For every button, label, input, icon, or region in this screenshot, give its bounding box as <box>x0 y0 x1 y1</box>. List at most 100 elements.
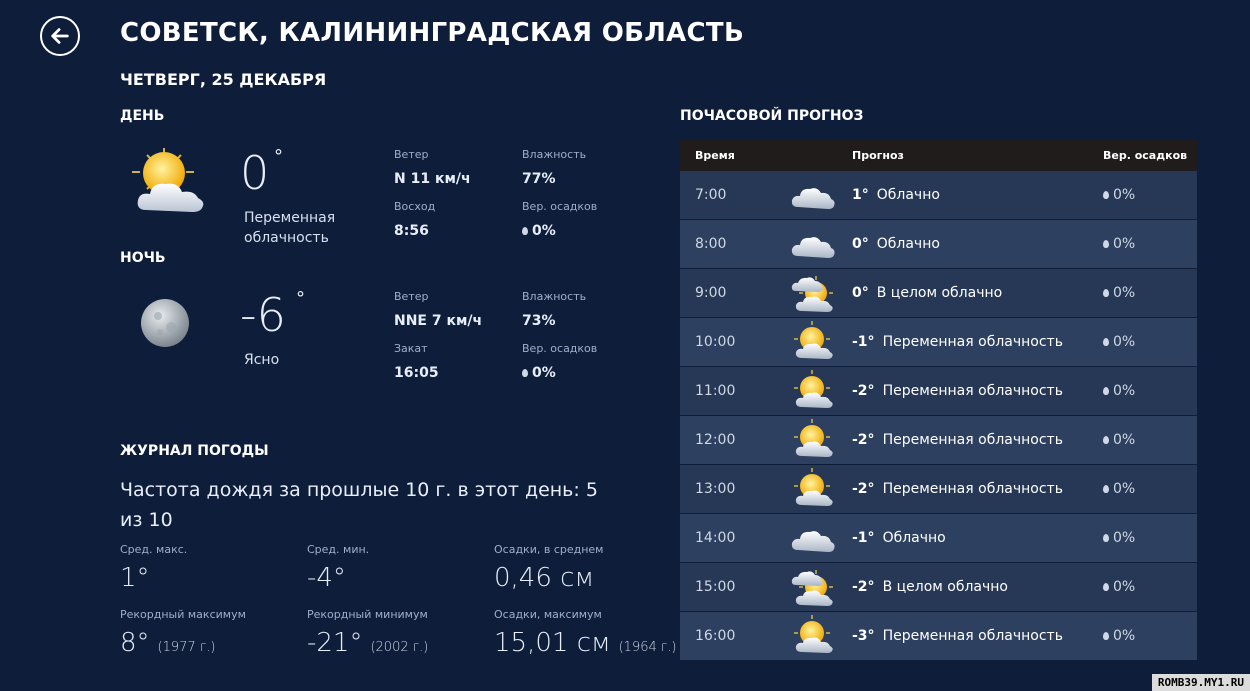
row-forecast: -2° В целом облачно <box>848 579 1103 595</box>
day-precip-label: Вер. осадков <box>522 200 598 213</box>
day-precip: 0% <box>522 223 556 239</box>
row-time: 10:00 <box>695 334 736 350</box>
sunrise-label: Восход <box>394 200 436 213</box>
row-time: 12:00 <box>695 432 736 448</box>
table-row[interactable]: 15:00 -2° В целом облачно 0% <box>680 563 1197 612</box>
night-temperature: -6 <box>240 288 286 342</box>
precip-avg-label: Осадки, в среднем <box>494 543 604 556</box>
night-precip-value: 0% <box>532 365 556 381</box>
row-temp: -2° <box>852 579 875 595</box>
table-row[interactable]: 14:00 -1° Облачно 0% <box>680 514 1197 563</box>
row-precip-value: 0% <box>1113 285 1136 301</box>
hourly-forecast-table[interactable]: Время Прогноз Вер. осадков 7:00 1° Облачно… <box>680 140 1197 676</box>
droplet-icon <box>1103 240 1109 248</box>
partly-cloudy-icon <box>778 418 848 462</box>
table-row[interactable]: 7:00 1° Облачно 0% <box>680 171 1197 220</box>
row-time: 16:00 <box>695 628 736 644</box>
avg-max-value: 1° <box>120 563 150 593</box>
avg-min-label: Сред. мин. <box>307 543 370 556</box>
row-forecast: -3° Переменная облачность <box>848 628 1103 644</box>
row-condition: Переменная облачность <box>882 383 1063 399</box>
hourly-rows: 7:00 1° Облачно 0% 8:00 0° Облачно 0% 9:00 0° В це… <box>680 171 1197 661</box>
row-condition: Облачно <box>876 187 940 203</box>
partly-cloudy-icon <box>778 467 848 511</box>
row-condition: Переменная облачность <box>882 481 1063 497</box>
partly-cloudy-icon <box>778 369 848 413</box>
row-precip-value: 0% <box>1113 628 1136 644</box>
row-precip-value: 0% <box>1113 383 1136 399</box>
row-condition: Облачно <box>882 530 946 546</box>
droplet-icon <box>1103 534 1109 542</box>
rain-frequency-text: Частота дождя за прошлые 10 г. в этот де… <box>120 479 598 531</box>
droplet-icon <box>1103 632 1109 640</box>
row-precip: 0% <box>1103 187 1197 203</box>
row-precip: 0% <box>1103 334 1197 350</box>
row-precip: 0% <box>1103 383 1197 399</box>
date-label: ЧЕТВЕРГ, 25 ДЕКАБРЯ <box>120 70 327 89</box>
row-precip: 0% <box>1103 530 1197 546</box>
row-precip: 0% <box>1103 579 1197 595</box>
night-degree-sign: ° <box>296 288 305 309</box>
day-wind-value: N 11 км/ч <box>394 171 471 187</box>
record-max-year: (1977 г.) <box>157 640 216 655</box>
row-precip-value: 0% <box>1113 334 1136 350</box>
table-row[interactable]: 11:00 -2° Переменная облачность 0% <box>680 367 1197 416</box>
row-precip-value: 0% <box>1113 187 1136 203</box>
day-precip-value: 0% <box>532 223 556 239</box>
row-condition: Облачно <box>876 236 940 252</box>
cloud-icon <box>778 516 848 560</box>
record-max: 8° (1977 г.) <box>120 628 215 658</box>
record-max-value: 8° <box>120 628 150 658</box>
precip-avg-value: 0,46 см <box>494 563 595 593</box>
row-time: 8:00 <box>695 236 727 252</box>
precip-max-year: (1964 г.) <box>618 640 677 655</box>
partly-cloudy-icon <box>778 614 848 658</box>
table-row[interactable]: 9:00 0° В целом облачно 0% <box>680 269 1197 318</box>
page-title: СОВЕТСК, КАЛИНИНГРАДСКАЯ ОБЛАСТЬ <box>120 18 745 48</box>
cloud-icon <box>778 222 848 266</box>
avg-max-label: Сред. макс. <box>120 543 188 556</box>
row-forecast: -2° Переменная облачность <box>848 481 1103 497</box>
precip-max: 15,01 см (1964 г.) <box>494 628 677 658</box>
row-precip: 0% <box>1103 481 1197 497</box>
table-row[interactable]: 12:00 -2° Переменная облачность 0% <box>680 416 1197 465</box>
table-row[interactable]: 13:00 -2° Переменная облачность 0% <box>680 465 1197 514</box>
moon-icon <box>138 296 192 350</box>
night-precip-label: Вер. осадков <box>522 342 598 355</box>
col-precip: Вер. осадков <box>1103 149 1188 162</box>
row-condition: В целом облачно <box>882 579 1009 595</box>
record-min-year: (2002 г.) <box>370 640 429 655</box>
night-condition: Ясно <box>244 352 280 368</box>
row-precip: 0% <box>1103 236 1197 252</box>
sunrise-value: 8:56 <box>394 223 429 239</box>
row-temp: -1° <box>852 334 875 350</box>
watermark: ROMB39.MY1.RU <box>1151 674 1250 691</box>
partly-cloudy-icon <box>778 320 848 364</box>
row-condition: Переменная облачность <box>882 334 1063 350</box>
day-condition: Переменная облачность <box>244 210 336 246</box>
partly-cloudy-icon <box>124 146 210 220</box>
night-humidity-label: Влажность <box>522 290 587 303</box>
table-row[interactable]: 16:00 -3° Переменная облачность 0% <box>680 612 1197 661</box>
mostly-cloudy-icon <box>778 565 848 609</box>
row-temp: -2° <box>852 383 875 399</box>
droplet-icon <box>1103 583 1109 591</box>
row-time: 11:00 <box>695 383 736 399</box>
droplet-icon <box>1103 289 1109 297</box>
day-humidity-value: 77% <box>522 171 556 187</box>
record-min-value: -21° <box>307 628 363 658</box>
droplet-icon <box>1103 387 1109 395</box>
droplet-icon <box>1103 436 1109 444</box>
row-precip: 0% <box>1103 432 1197 448</box>
table-row[interactable]: 10:00 -1° Переменная облачность 0% <box>680 318 1197 367</box>
row-temp: -2° <box>852 432 875 448</box>
table-row[interactable]: 8:00 0° Облачно 0% <box>680 220 1197 269</box>
row-temp: 0° <box>852 236 869 252</box>
day-degree-sign: ° <box>274 146 283 167</box>
row-time: 7:00 <box>695 187 727 203</box>
table-header: Время Прогноз Вер. осадков <box>680 140 1197 171</box>
row-temp: -2° <box>852 481 875 497</box>
back-button[interactable] <box>40 16 80 56</box>
day-temperature: 0 <box>240 146 270 200</box>
row-temp: 1° <box>852 187 869 203</box>
